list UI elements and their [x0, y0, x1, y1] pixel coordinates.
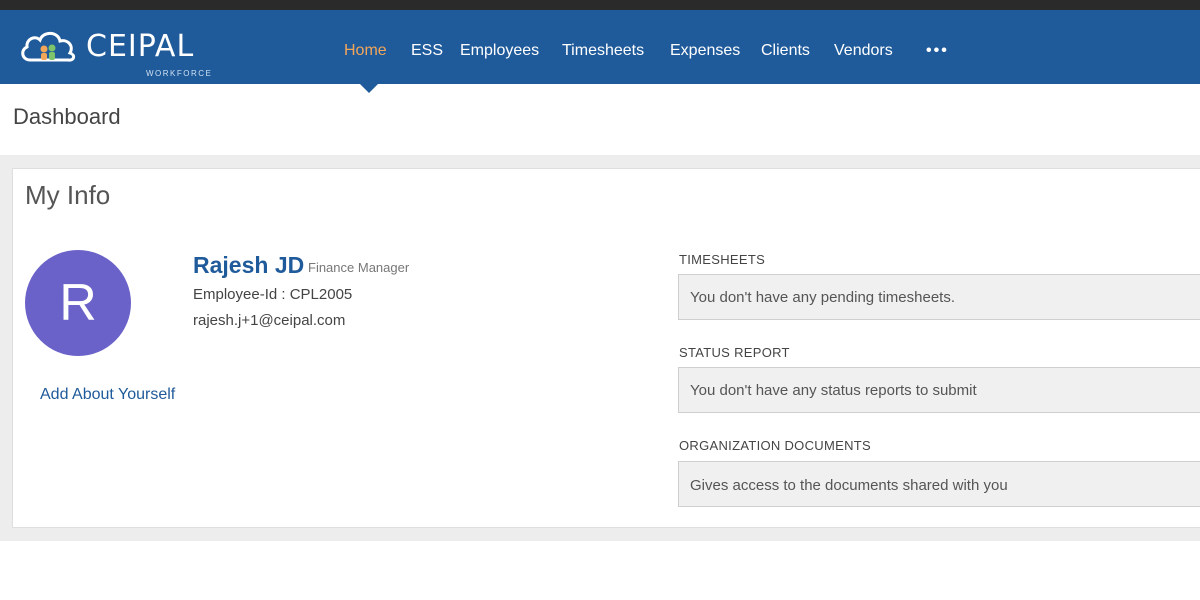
- status-report-label: STATUS REPORT: [679, 345, 790, 360]
- timesheets-label: TIMESHEETS: [679, 252, 766, 267]
- cloud-logo-icon: [21, 31, 76, 62]
- card-title: My Info: [25, 180, 111, 210]
- employee-id: Employee-Id : CPL2005: [193, 286, 353, 303]
- page-title: Dashboard: [13, 104, 121, 129]
- org-documents-text: Gives access to the documents shared wit…: [690, 477, 1008, 494]
- nav-home[interactable]: Home: [344, 42, 387, 60]
- active-nav-caret: [360, 84, 378, 93]
- nav-ess[interactable]: ESS: [411, 42, 443, 60]
- timesheets-text: You don't have any pending timesheets.: [690, 289, 956, 306]
- employee-role: Finance Manager: [308, 260, 410, 275]
- avatar[interactable]: R: [25, 250, 131, 356]
- nav-vendors[interactable]: Vendors: [834, 42, 893, 60]
- top-strip: [0, 0, 1200, 10]
- nav-expenses[interactable]: Expenses: [670, 42, 740, 60]
- logo-subtext: WORKFORCE: [146, 69, 213, 78]
- employee-email: rajesh.j+1@ceipal.com: [193, 312, 346, 329]
- org-documents-label: ORGANIZATION DOCUMENTS: [679, 438, 871, 453]
- nav-timesheets[interactable]: Timesheets: [562, 42, 644, 60]
- more-menu-icon[interactable]: •••: [926, 42, 949, 60]
- top-navbar: CEIPAL WORKFORCE Home ESS Employees Time…: [0, 10, 1200, 84]
- ceipal-logo[interactable]: CEIPAL WORKFORCE: [18, 22, 218, 78]
- status-report-text: You don't have any status reports to sub…: [690, 382, 977, 399]
- employee-name: Rajesh JD: [193, 252, 305, 278]
- nav-employees[interactable]: Employees: [460, 42, 539, 60]
- add-about-yourself-link[interactable]: Add About Yourself: [40, 386, 175, 404]
- logo-text: CEIPAL: [86, 29, 195, 64]
- nav-clients[interactable]: Clients: [761, 42, 810, 60]
